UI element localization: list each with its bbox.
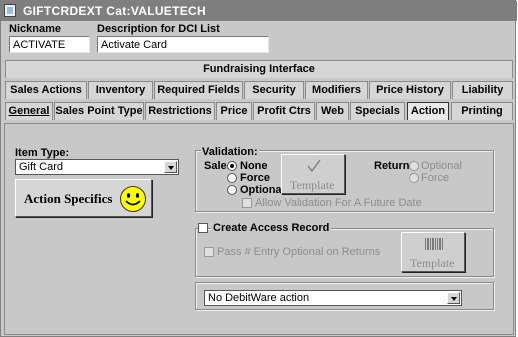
barcode-icon bbox=[425, 238, 443, 250]
tab-action[interactable]: Action bbox=[407, 102, 449, 120]
chevron-down-icon[interactable] bbox=[447, 292, 460, 304]
action-panel: Item Type: Gift Card Action Specifics Va… bbox=[4, 123, 514, 335]
tab-liability[interactable]: Liability bbox=[452, 81, 513, 99]
sale-none-label: None bbox=[240, 160, 268, 172]
create-access-record-label: Create Access Record bbox=[211, 222, 332, 234]
tab-profit-ctrs[interactable]: Profit Ctrs bbox=[253, 102, 315, 120]
create-access-record-checkbox[interactable] bbox=[198, 223, 208, 233]
action-specifics-button[interactable]: Action Specifics bbox=[15, 179, 152, 217]
tab-general[interactable]: General bbox=[5, 102, 53, 120]
tab-price[interactable]: Price bbox=[216, 102, 252, 120]
validation-label: Validation: bbox=[201, 146, 259, 158]
tab-sales-actions[interactable]: Sales Actions bbox=[5, 81, 87, 99]
access-template-button[interactable]: Template bbox=[401, 232, 465, 272]
sale-force-radio[interactable] bbox=[227, 173, 237, 183]
tab-price-history[interactable]: Price History bbox=[369, 81, 451, 99]
checkmark-icon bbox=[307, 159, 321, 173]
sale-force-label: Force bbox=[240, 172, 270, 184]
allow-future-checkbox[interactable] bbox=[242, 198, 252, 208]
sale-optional-label: Optional bbox=[240, 184, 285, 196]
debitware-select[interactable]: No DebitWare action bbox=[204, 290, 462, 306]
pass-entry-label: Pass # Entry Optional on Returns bbox=[217, 246, 381, 258]
smiley-icon bbox=[120, 186, 146, 212]
tab-inventory[interactable]: Inventory bbox=[88, 81, 153, 99]
tab-web[interactable]: Web bbox=[316, 102, 349, 120]
nickname-field[interactable]: ACTIVATE bbox=[9, 36, 90, 53]
return-label: Return: bbox=[374, 160, 414, 172]
validation-template-label: Template bbox=[290, 178, 335, 192]
item-type-select[interactable]: Gift Card bbox=[15, 159, 179, 175]
tab-security[interactable]: Security bbox=[244, 81, 304, 99]
tab-required-fields[interactable]: Required Fields bbox=[154, 81, 243, 99]
allow-future-label: Allow Validation For A Future Date bbox=[255, 197, 422, 209]
tab-modifiers[interactable]: Modifiers bbox=[305, 81, 368, 99]
tab-specials[interactable]: Specials bbox=[350, 102, 405, 120]
sale-none-radio[interactable] bbox=[227, 161, 237, 171]
tab-printing[interactable]: Printing bbox=[451, 102, 513, 120]
item-type-label: Item Type: bbox=[15, 147, 70, 159]
pass-entry-checkbox[interactable] bbox=[204, 247, 214, 257]
return-optional-label: Optional bbox=[421, 160, 462, 172]
action-specifics-label: Action Specifics bbox=[24, 191, 113, 206]
item-type-value: Gift Card bbox=[19, 161, 64, 173]
description-label: Description for DCI List bbox=[97, 23, 220, 35]
nickname-label: Nickname bbox=[9, 23, 61, 35]
window-icon bbox=[4, 4, 16, 17]
return-force-label: Force bbox=[421, 172, 450, 184]
access-template-label: Template bbox=[410, 256, 455, 270]
return-force-radio[interactable] bbox=[409, 173, 419, 183]
title-bar[interactable]: GIFTCRDEXT Cat:VALUETECH bbox=[1, 1, 517, 21]
tab-restrictions[interactable]: Restrictions bbox=[145, 102, 215, 120]
main-window: GIFTCRDEXT Cat:VALUETECH Nickname Descri… bbox=[0, 0, 517, 337]
return-optional-radio[interactable] bbox=[409, 161, 419, 171]
description-field[interactable]: Activate Card bbox=[97, 36, 269, 53]
window-title: GIFTCRDEXT Cat:VALUETECH bbox=[23, 4, 206, 18]
tab-fundraising-interface[interactable]: Fundraising Interface bbox=[5, 60, 513, 78]
chevron-down-icon[interactable] bbox=[164, 161, 177, 173]
sale-optional-radio[interactable] bbox=[227, 185, 237, 195]
validation-template-button[interactable]: Template bbox=[281, 154, 345, 194]
debitware-value: No DebitWare action bbox=[208, 292, 310, 304]
tab-sales-point-type[interactable]: Sales Point Type bbox=[54, 102, 144, 120]
